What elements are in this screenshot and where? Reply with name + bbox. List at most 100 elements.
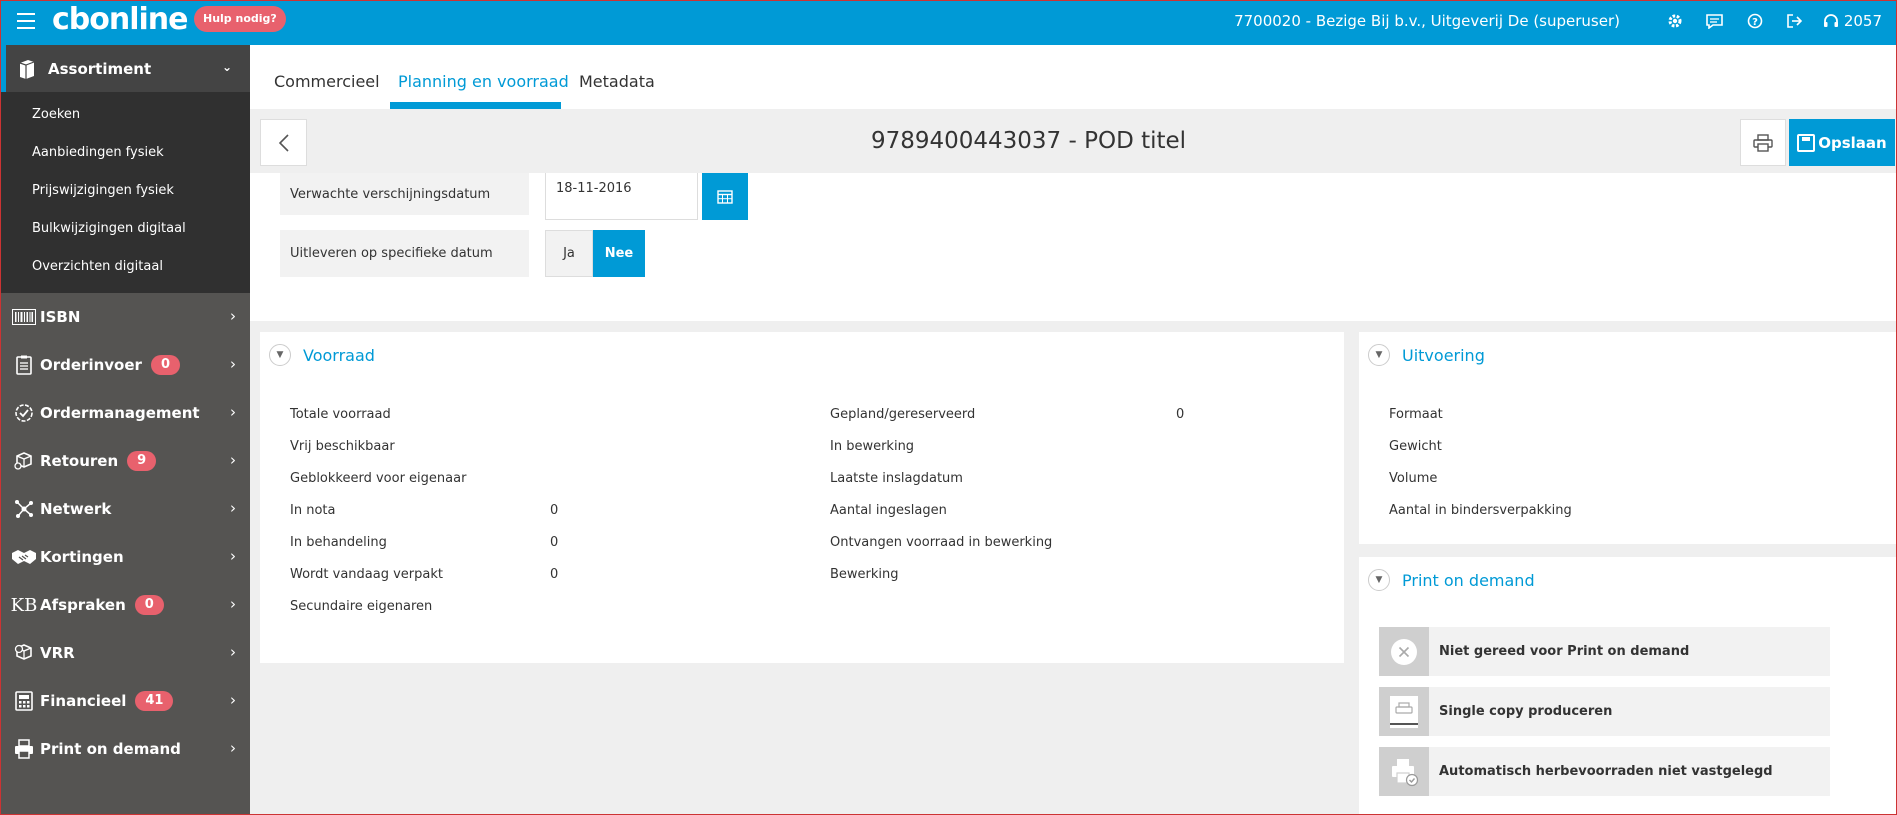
handshake-icon xyxy=(10,544,38,570)
top-icons: ? 2057 xyxy=(1646,11,1882,31)
uitvoering-panel: ▼ Uitvoering Formaat Gewicht Volume Aant… xyxy=(1359,332,1897,544)
sidebar-item-orderinvoer[interactable]: Orderinvoer 0 › xyxy=(0,341,250,389)
voorraad-header[interactable]: ▼ Voorraad xyxy=(269,344,375,366)
pod-single-copy-row[interactable]: Single copy produceren xyxy=(1379,687,1830,736)
sidebar-item-afspraken[interactable]: KB Afspraken 0 › xyxy=(0,581,250,629)
sidebar-item-netwerk[interactable]: Netwerk › xyxy=(0,485,250,533)
print-on-demand-panel: ▼ Print on demand Niet gereed voor Print… xyxy=(1359,557,1897,815)
submenu-item-aanbiedingen-fysiek[interactable]: Aanbiedingen fysiek xyxy=(0,134,250,172)
count-badge: 9 xyxy=(127,451,157,471)
title-bar: 9789400443037 - POD titel Opslaan xyxy=(250,109,1897,173)
chevron-right-icon: › xyxy=(230,739,236,757)
sidebar-item-financieel[interactable]: Financieel 41 › xyxy=(0,677,250,725)
sidebar-item-kortingen[interactable]: Kortingen › xyxy=(0,533,250,581)
submenu-item-bulkwijzigingen-digitaal[interactable]: Bulkwijzigingen digitaal xyxy=(0,210,250,248)
chevron-right-icon: › xyxy=(230,595,236,613)
pod-title: Print on demand xyxy=(1402,570,1535,590)
field-label: Formaat xyxy=(1389,407,1443,422)
submenu-item-prijswijzigingen-fysiek[interactable]: Prijswijzigingen fysiek xyxy=(0,172,250,210)
top-bar: cbonline Hulp nodig? 7700020 - Bezige Bi… xyxy=(0,0,1897,45)
field-label: Vrij beschikbaar xyxy=(290,439,395,454)
pod-header[interactable]: ▼ Print on demand xyxy=(1368,569,1535,591)
printer-icon xyxy=(1753,133,1773,152)
sidebar-item-print-on-demand[interactable]: Print on demand › xyxy=(0,725,250,773)
tab-commercieel[interactable]: Commercieel xyxy=(274,72,380,91)
logo[interactable]: cbonline xyxy=(52,4,188,36)
pod-row-label: Niet gereed voor Print on demand xyxy=(1439,644,1690,659)
sidebar-item-label: Kortingen xyxy=(40,548,124,566)
uitvoering-header[interactable]: ▼ Uitvoering xyxy=(1368,344,1485,366)
toggle-ja[interactable]: Ja xyxy=(545,230,593,277)
count-badge: 0 xyxy=(134,595,164,615)
chevron-right-icon: › xyxy=(230,451,236,469)
field-value: 0 xyxy=(550,567,559,582)
print-button[interactable] xyxy=(1740,119,1786,166)
gear-icon[interactable] xyxy=(1664,11,1686,31)
chevron-right-icon: › xyxy=(230,499,236,517)
field-value: 0 xyxy=(1176,407,1185,422)
release-date-label: Verwachte verschijningsdatum xyxy=(280,173,529,215)
account-name[interactable]: 7700020 - Bezige Bij b.v., Uitgeverij De… xyxy=(1234,11,1620,31)
sidebar-item-label: Netwerk xyxy=(40,500,112,518)
voorraad-panel: ▼ Voorraad Totale voorraad Vrij beschikb… xyxy=(260,332,1344,663)
submenu-item-zoeken[interactable]: Zoeken xyxy=(0,96,250,134)
sidebar-item-label: Orderinvoer xyxy=(40,356,142,374)
support-number[interactable]: 2057 xyxy=(1844,12,1882,30)
release-date-input[interactable]: 18-11-2016 xyxy=(545,173,698,220)
headset-icon[interactable] xyxy=(1820,11,1842,31)
help-icon[interactable]: ? xyxy=(1744,11,1766,31)
print-copy-icon xyxy=(1379,687,1429,736)
submenu-item-overzichten-digitaal[interactable]: Overzichten digitaal xyxy=(0,248,250,286)
logout-icon[interactable] xyxy=(1784,11,1806,31)
deliver-on-date-label: Uitleveren op specifieke datum xyxy=(280,230,529,277)
sidebar-item-label: VRR xyxy=(40,644,75,662)
count-badge: 0 xyxy=(150,355,180,375)
network-icon xyxy=(10,496,38,522)
sidebar-item-isbn[interactable]: ISBN › xyxy=(0,293,250,341)
page-title: 9789400443037 - POD titel xyxy=(870,128,1187,154)
collapse-icon: ▼ xyxy=(269,344,291,366)
printer-check-icon xyxy=(1379,747,1429,796)
sidebar-item-label: Retouren xyxy=(40,452,119,470)
sidebar-item-label: Assortiment xyxy=(48,59,152,78)
sidebar-item-retouren[interactable]: Retouren 9 › xyxy=(0,437,250,485)
field-label: Gewicht xyxy=(1389,439,1442,454)
collapse-icon: ▼ xyxy=(1368,344,1390,366)
pod-auto-restock-row[interactable]: Automatisch herbevoorraden niet vastgele… xyxy=(1379,747,1830,796)
sidebar-item-ordermanagement[interactable]: Ordermanagement › xyxy=(0,389,250,437)
chevron-right-icon: › xyxy=(230,355,236,373)
tab-planning-en-voorraad[interactable]: Planning en voorraad xyxy=(398,72,569,91)
field-label: Totale voorraad xyxy=(290,407,391,422)
sidebar-item-label: Ordermanagement xyxy=(40,404,200,422)
barcode-icon xyxy=(10,304,38,330)
uitvoering-title: Uitvoering xyxy=(1402,345,1485,365)
field-label: Secundaire eigenaren xyxy=(290,599,433,614)
clipboard-icon xyxy=(10,352,38,378)
field-label: Wordt vandaag verpakt xyxy=(290,567,443,582)
save-button[interactable]: Opslaan xyxy=(1789,119,1895,166)
sidebar-item-vrr[interactable]: VRR › xyxy=(0,629,250,677)
field-label: Aantal ingeslagen xyxy=(830,503,947,518)
cross-circle-icon xyxy=(1379,627,1429,676)
pod-status-row[interactable]: Niet gereed voor Print on demand xyxy=(1379,627,1830,676)
tab-metadata[interactable]: Metadata xyxy=(579,72,655,91)
chevron-down-icon: ⌄ xyxy=(221,60,232,74)
toggle-nee[interactable]: Nee xyxy=(593,230,645,277)
chevron-right-icon: › xyxy=(230,547,236,565)
menu-icon[interactable] xyxy=(17,13,35,29)
collapse-icon: ▼ xyxy=(1368,569,1390,591)
sidebar-item-assortiment[interactable]: Assortiment ⌄ xyxy=(0,45,250,92)
field-label: In bewerking xyxy=(830,439,915,454)
field-label: Bewerking xyxy=(830,567,899,582)
count-badge: 41 xyxy=(135,691,174,711)
pod-row-label: Single copy produceren xyxy=(1439,704,1613,719)
chevron-right-icon: › xyxy=(230,643,236,661)
chevron-right-icon: › xyxy=(230,403,236,421)
help-button[interactable]: Hulp nodig? xyxy=(194,6,286,32)
finance-icon xyxy=(10,688,38,714)
calendar-button[interactable] xyxy=(702,173,748,220)
check-circle-icon xyxy=(10,400,38,426)
chat-icon[interactable] xyxy=(1704,11,1726,31)
sidebar-item-label: ISBN xyxy=(40,308,81,326)
field-label: Volume xyxy=(1389,471,1438,486)
